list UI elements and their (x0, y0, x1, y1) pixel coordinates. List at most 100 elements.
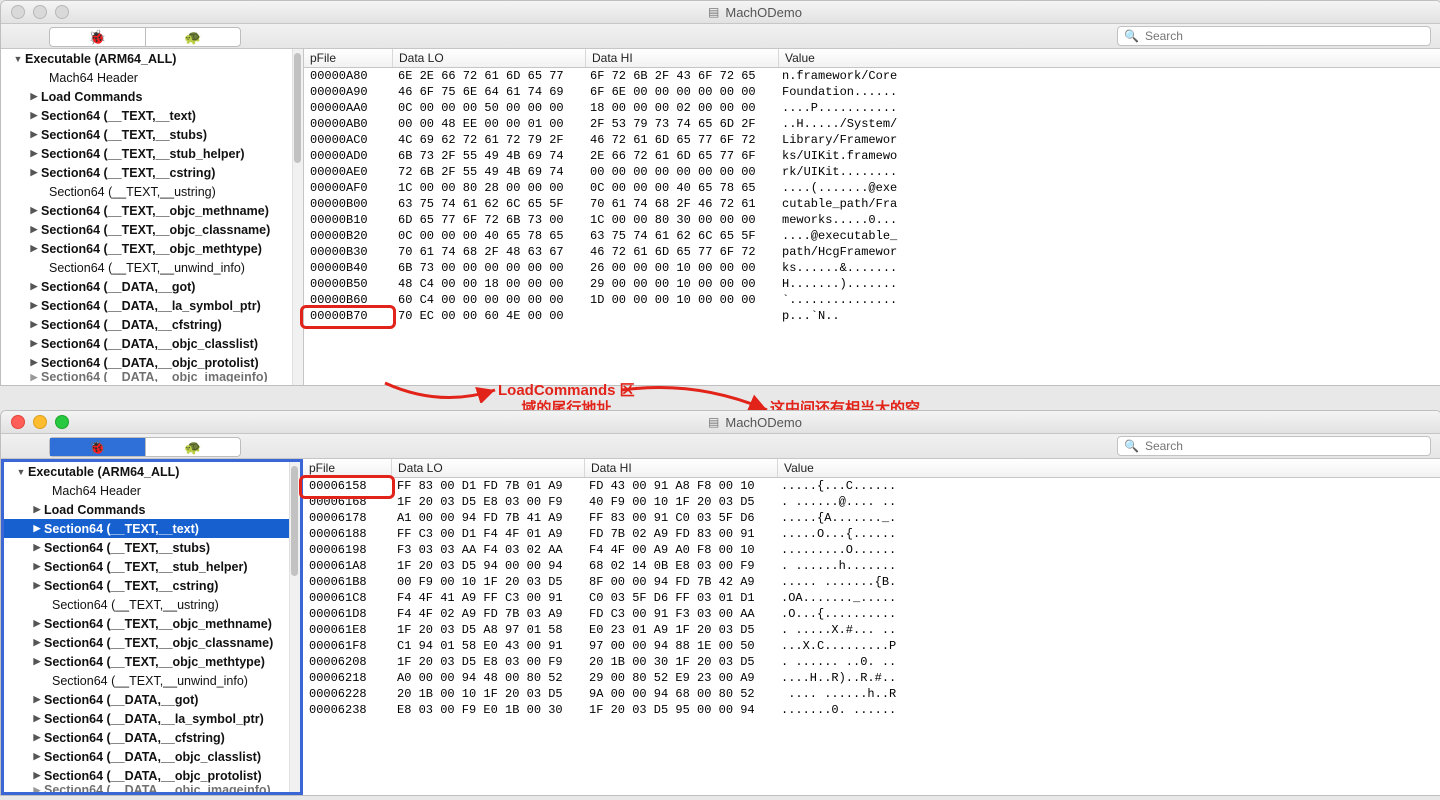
disclosure-triangle-icon[interactable] (32, 713, 42, 724)
tree-item[interactable]: Section64 (__DATA,__cfstring) (1, 315, 292, 334)
table-row[interactable]: 00000A9046 6F 75 6E 64 61 74 696F 6E 00 … (304, 84, 1440, 100)
col-data-hi[interactable]: Data HI (585, 459, 778, 477)
search-field[interactable]: 🔍 (1117, 436, 1431, 456)
table-row[interactable]: 000061C8F4 4F 41 A9 FF C3 00 91C0 03 5F … (303, 590, 1440, 606)
tree-item[interactable]: Section64 (__TEXT,__objc_methname) (4, 614, 289, 633)
col-pfile[interactable]: pFile (304, 49, 393, 67)
table-row[interactable]: 00006178A1 00 00 94 FD 7B 41 A9FF 83 00 … (303, 510, 1440, 526)
close-icon[interactable] (11, 5, 25, 19)
close-icon[interactable] (11, 415, 25, 429)
table-row[interactable]: 00000AA00C 00 00 00 50 00 00 0018 00 00 … (304, 100, 1440, 116)
table-row[interactable]: 00000B6060 C4 00 00 00 00 00 001D 00 00 … (304, 292, 1440, 308)
segmented-right[interactable]: 🐢 (146, 438, 241, 456)
table-row[interactable]: 000062081F 20 03 D5 E8 03 00 F920 1B 00 … (303, 654, 1440, 670)
tree-item[interactable]: Load Commands (4, 500, 289, 519)
tree-item[interactable]: Section64 (__DATA,__objc_classlist) (1, 334, 292, 353)
table-row[interactable]: 00006188FF C3 00 D1 F4 4F 01 A9FD 7B 02 … (303, 526, 1440, 542)
tree-item[interactable]: Section64 (__TEXT,__text) (1, 106, 292, 125)
disclosure-triangle-icon[interactable] (32, 751, 42, 762)
scrollbar[interactable] (292, 49, 303, 385)
disclosure-triangle-icon[interactable] (32, 770, 42, 781)
table-row[interactable]: 00000B106D 65 77 6F 72 6B 73 001C 00 00 … (304, 212, 1440, 228)
table-row[interactable]: 00000A806E 2E 66 72 61 6D 65 776F 72 6B … (304, 68, 1440, 84)
segmented-control[interactable]: 🐞 🐢 (49, 437, 241, 457)
tree-item[interactable]: Section64 (__DATA,__la_symbol_ptr) (1, 296, 292, 315)
disclosure-triangle-icon[interactable] (29, 357, 39, 368)
tree-item[interactable]: Section64 (__TEXT,__ustring) (4, 595, 289, 614)
table-row[interactable]: 00000AC04C 69 62 72 61 72 79 2F46 72 61 … (304, 132, 1440, 148)
traffic-lights[interactable] (11, 5, 69, 19)
zoom-icon[interactable] (55, 415, 69, 429)
tree-item[interactable]: Section64 (__DATA,__objc_classlist) (4, 747, 289, 766)
tree-item[interactable]: Section64 (__DATA,__got) (4, 690, 289, 709)
disclosure-triangle-icon[interactable] (32, 656, 42, 667)
search-input[interactable] (1143, 438, 1424, 454)
tree-item[interactable]: Section64 (__TEXT,__stub_helper) (4, 557, 289, 576)
tree-item[interactable]: Section64 (__TEXT,__unwind_info) (4, 671, 289, 690)
table-row[interactable]: 00000AD06B 73 2F 55 49 4B 69 742E 66 72 … (304, 148, 1440, 164)
table-body[interactable]: 00000A806E 2E 66 72 61 6D 65 776F 72 6B … (304, 68, 1440, 324)
table-row[interactable]: 00006158FF 83 00 D1 FD 7B 01 A9FD 43 00 … (303, 478, 1440, 494)
tree-item[interactable]: Section64 (__TEXT,__unwind_info) (1, 258, 292, 277)
disclosure-triangle-icon[interactable] (32, 504, 42, 515)
disclosure-triangle-icon[interactable] (29, 148, 39, 159)
table-row[interactable]: 000061D8F4 4F 02 A9 FD 7B 03 A9FD C3 00 … (303, 606, 1440, 622)
tree-item[interactable]: Section64 (__TEXT,__cstring) (1, 163, 292, 182)
tree-item[interactable]: Section64 (__TEXT,__stubs) (1, 125, 292, 144)
tree-item[interactable]: Section64 (__DATA,__objc_imageinfo) (1, 372, 292, 382)
table-row[interactable]: 000061B800 F9 00 10 1F 20 03 D58F 00 00 … (303, 574, 1440, 590)
scrollbar[interactable] (289, 462, 300, 792)
disclosure-triangle-icon[interactable] (32, 523, 42, 534)
minimize-icon[interactable] (33, 5, 47, 19)
outline-tree[interactable]: Executable (ARM64_ALL)Mach64 HeaderLoad … (4, 462, 289, 792)
tree-item[interactable]: Section64 (__TEXT,__objc_methtype) (4, 652, 289, 671)
table-row[interactable]: 00000AB000 00 48 EE 00 00 01 002F 53 79 … (304, 116, 1440, 132)
tree-item[interactable]: Section64 (__TEXT,__text) (4, 519, 289, 538)
disclosure-triangle-icon[interactable] (32, 694, 42, 705)
table-row[interactable]: 000061681F 20 03 D5 E8 03 00 F940 F9 00 … (303, 494, 1440, 510)
disclosure-triangle-icon[interactable] (32, 561, 42, 572)
tree-item[interactable]: Load Commands (1, 87, 292, 106)
tree-item[interactable]: Mach64 Header (4, 481, 289, 500)
disclosure-triangle-icon[interactable] (29, 205, 39, 216)
table-row[interactable]: 00000B200C 00 00 00 40 65 78 6563 75 74 … (304, 228, 1440, 244)
table-body[interactable]: 00006158FF 83 00 D1 FD 7B 01 A9FD 43 00 … (303, 478, 1440, 718)
table-row[interactable]: 0000622820 1B 00 10 1F 20 03 D59A 00 00 … (303, 686, 1440, 702)
table-row[interactable]: 00000B5048 C4 00 00 18 00 00 0029 00 00 … (304, 276, 1440, 292)
table-row[interactable]: 00000B406B 73 00 00 00 00 00 0026 00 00 … (304, 260, 1440, 276)
disclosure-triangle-icon[interactable] (29, 372, 39, 382)
table-row[interactable]: 00000AE072 6B 2F 55 49 4B 69 7400 00 00 … (304, 164, 1440, 180)
disclosure-triangle-icon[interactable] (29, 338, 39, 349)
table-header[interactable]: pFile Data LO Data HI Value (304, 49, 1440, 68)
table-row[interactable]: 00006218A0 00 00 94 48 00 80 5229 00 80 … (303, 670, 1440, 686)
tree-item[interactable]: Section64 (__TEXT,__objc_classname) (1, 220, 292, 239)
table-row[interactable]: 000061A81F 20 03 D5 94 00 00 9468 02 14 … (303, 558, 1440, 574)
tree-item[interactable]: Section64 (__TEXT,__objc_methname) (1, 201, 292, 220)
disclosure-triangle-icon[interactable] (29, 110, 39, 121)
disclosure-triangle-icon[interactable] (13, 54, 23, 64)
table-row[interactable]: 00000B7070 EC 00 00 60 4E 00 00p...`N.. (304, 308, 1440, 324)
tree-item[interactable]: Section64 (__TEXT,__stubs) (4, 538, 289, 557)
tree-item[interactable]: Section64 (__TEXT,__cstring) (4, 576, 289, 595)
table-header[interactable]: pFile Data LO Data HI Value (303, 459, 1440, 478)
table-row[interactable]: 000061F8C1 94 01 58 E0 43 00 9197 00 00 … (303, 638, 1440, 654)
table-row[interactable]: 00006238E8 03 00 F9 E0 1B 00 301F 20 03 … (303, 702, 1440, 718)
tree-item[interactable]: Section64 (__DATA,__got) (1, 277, 292, 296)
tree-item[interactable]: Section64 (__DATA,__objc_protolist) (4, 766, 289, 785)
disclosure-triangle-icon[interactable] (29, 91, 39, 102)
col-pfile[interactable]: pFile (303, 459, 392, 477)
disclosure-triangle-icon[interactable] (32, 785, 42, 792)
col-data-lo[interactable]: Data LO (393, 49, 586, 67)
tree-item[interactable]: Section64 (__DATA,__objc_protolist) (1, 353, 292, 372)
tree-item[interactable]: Mach64 Header (1, 68, 292, 87)
segmented-right[interactable]: 🐢 (146, 28, 241, 46)
segmented-left[interactable]: 🐞 (50, 28, 146, 46)
table-row[interactable]: 00000B3070 61 74 68 2F 48 63 6746 72 61 … (304, 244, 1440, 260)
disclosure-triangle-icon[interactable] (29, 129, 39, 140)
outline-tree[interactable]: Executable (ARM64_ALL)Mach64 HeaderLoad … (1, 49, 292, 385)
zoom-icon[interactable] (55, 5, 69, 19)
disclosure-triangle-icon[interactable] (32, 542, 42, 553)
titlebar[interactable]: ▤ MachODemo (1, 1, 1440, 24)
disclosure-triangle-icon[interactable] (29, 281, 39, 292)
search-input[interactable] (1143, 28, 1424, 44)
